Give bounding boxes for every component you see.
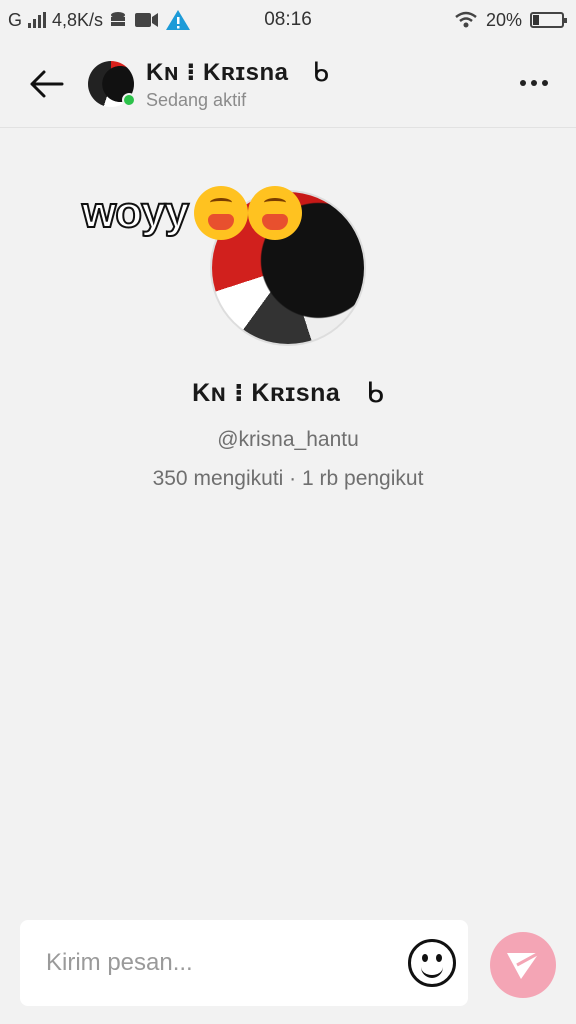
video-icon (135, 13, 159, 27)
network-speed: 4,8K/s (52, 9, 104, 30)
laughing-emoji-icon (194, 186, 248, 240)
message-input[interactable] (46, 949, 408, 977)
battery-percent: 20% (485, 9, 522, 30)
send-icon (507, 951, 540, 979)
database-icon (111, 12, 126, 26)
network-type: G (8, 9, 23, 30)
active-status: Sedang aktif (146, 89, 247, 110)
battery-icon (530, 12, 567, 28)
online-indicator (122, 92, 136, 107)
profile-name-row: Kɴ ⁝ Kʀɪsna ᑲ (0, 376, 576, 409)
chat-header: Kɴ ⁝ Kʀɪsna ᑲ Sedang aktif (0, 40, 576, 128)
status-bar: G 4,8K/s 08:16 20% (0, 0, 576, 40)
sticker-text: woyy (81, 187, 190, 238)
more-horizontal-icon (520, 80, 526, 86)
more-options-button[interactable] (514, 68, 554, 98)
laughing-emoji-icon (248, 186, 302, 240)
profile-name: Kɴ ⁝ Kʀɪsna (192, 378, 341, 407)
message-composer (20, 920, 468, 1006)
back-button[interactable] (16, 54, 76, 114)
profile-handle: @krisna_hantu (217, 428, 359, 451)
send-button[interactable] (490, 932, 556, 998)
status-left: G 4,8K/s (8, 9, 191, 31)
wifi-icon (455, 11, 477, 28)
header-info[interactable]: Kɴ ⁝ Kʀɪsna ᑲ Sedang aktif (146, 57, 329, 111)
header-avatar[interactable] (88, 60, 136, 107)
profile-stats: 350 mengikuti · 1 rb pengikut (152, 467, 424, 490)
emoji-button[interactable] (408, 939, 456, 987)
warning-icon (166, 10, 191, 30)
header-name: Kɴ ⁝ Kʀɪsna (146, 58, 289, 86)
signal-icon (28, 12, 47, 28)
profile-decoration: ᑲ (366, 377, 384, 408)
status-right: 20% (454, 9, 567, 31)
arrow-left-icon (30, 70, 64, 97)
header-decoration: ᑲ (312, 56, 329, 87)
